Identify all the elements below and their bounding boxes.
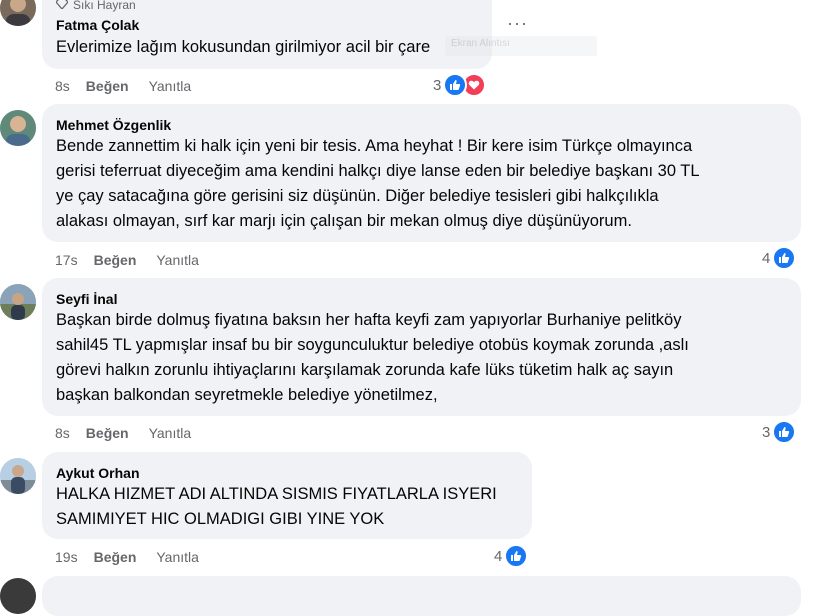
comment-timestamp[interactable]: 8s — [55, 77, 70, 95]
comment-bubble: Sıkı Hayran Fatma Çolak Evlerimize lağım… — [42, 0, 492, 69]
comment-actions: 8s Beğen Yanıtla — [55, 77, 191, 95]
screen-capture-overlay: Ekran Alıntısı — [445, 36, 597, 56]
like-icon — [772, 420, 797, 444]
reaction-count: 4 — [762, 249, 771, 267]
reaction-summary[interactable]: 4 — [494, 544, 529, 568]
like-button[interactable]: Beğen — [94, 251, 137, 269]
reply-button[interactable]: Yanıtla — [149, 424, 192, 442]
comment-author[interactable]: Mehmet Özgenlik — [56, 116, 171, 134]
diamond-icon — [55, 0, 69, 12]
reaction-count: 3 — [433, 76, 442, 94]
comment-bubble: Aykut Orhan HALKA HIZMET ADI ALTINDA SIS… — [42, 452, 532, 539]
comment-actions: 19s Beğen Yanıtla — [55, 548, 199, 566]
reaction-count: 3 — [762, 423, 771, 441]
avatar[interactable] — [0, 284, 36, 320]
comment-timestamp[interactable]: 19s — [55, 548, 78, 566]
avatar[interactable] — [0, 110, 36, 146]
comment-text: Başkan birde dolmuş fiyatına baksın her … — [56, 311, 689, 404]
fan-badge[interactable]: Sıkı Hayran — [55, 0, 136, 12]
reaction-summary[interactable]: 3 — [433, 73, 487, 97]
comment-author[interactable]: Aykut Orhan — [56, 464, 140, 482]
like-button[interactable]: Beğen — [94, 548, 137, 566]
reply-button[interactable]: Yanıtla — [149, 77, 192, 95]
comment-author[interactable]: Fatma Çolak — [56, 16, 139, 34]
comment-actions: 17s Beğen Yanıtla — [55, 251, 199, 269]
like-icon — [443, 73, 468, 97]
comment-bubble — [42, 576, 801, 616]
comment-bubble: Seyfi İnal Başkan birde dolmuş fiyatına … — [42, 278, 801, 416]
avatar[interactable] — [0, 458, 36, 494]
reaction-summary[interactable]: 3 — [762, 420, 797, 444]
more-options-icon[interactable]: ··· — [507, 14, 528, 32]
reply-button[interactable]: Yanıtla — [156, 251, 199, 269]
like-button[interactable]: Beğen — [86, 424, 129, 442]
comment-actions: 8s Beğen Yanıtla — [55, 424, 191, 442]
comment-timestamp[interactable]: 8s — [55, 424, 70, 442]
comment-text: HALKA HIZMET ADI ALTINDA SISMIS FIYATLAR… — [56, 485, 497, 528]
reply-button[interactable]: Yanıtla — [156, 548, 199, 566]
reaction-count: 4 — [494, 547, 503, 565]
comment-text: Bende zannettim ki halk için yeni bir te… — [56, 137, 700, 230]
comment-bubble: Mehmet Özgenlik Bende zannettim ki halk … — [42, 104, 801, 242]
like-icon — [504, 544, 529, 568]
avatar[interactable] — [0, 578, 36, 614]
fan-badge-label: Sıkı Hayran — [73, 0, 136, 12]
reaction-summary[interactable]: 4 — [762, 246, 797, 270]
comment-text: Evlerimize lağım kokusundan girilmiyor a… — [56, 38, 431, 56]
avatar[interactable] — [0, 0, 36, 26]
like-button[interactable]: Beğen — [86, 77, 129, 95]
comment-timestamp[interactable]: 17s — [55, 251, 78, 269]
like-icon — [772, 246, 797, 270]
comment-author[interactable]: Seyfi İnal — [56, 290, 117, 308]
